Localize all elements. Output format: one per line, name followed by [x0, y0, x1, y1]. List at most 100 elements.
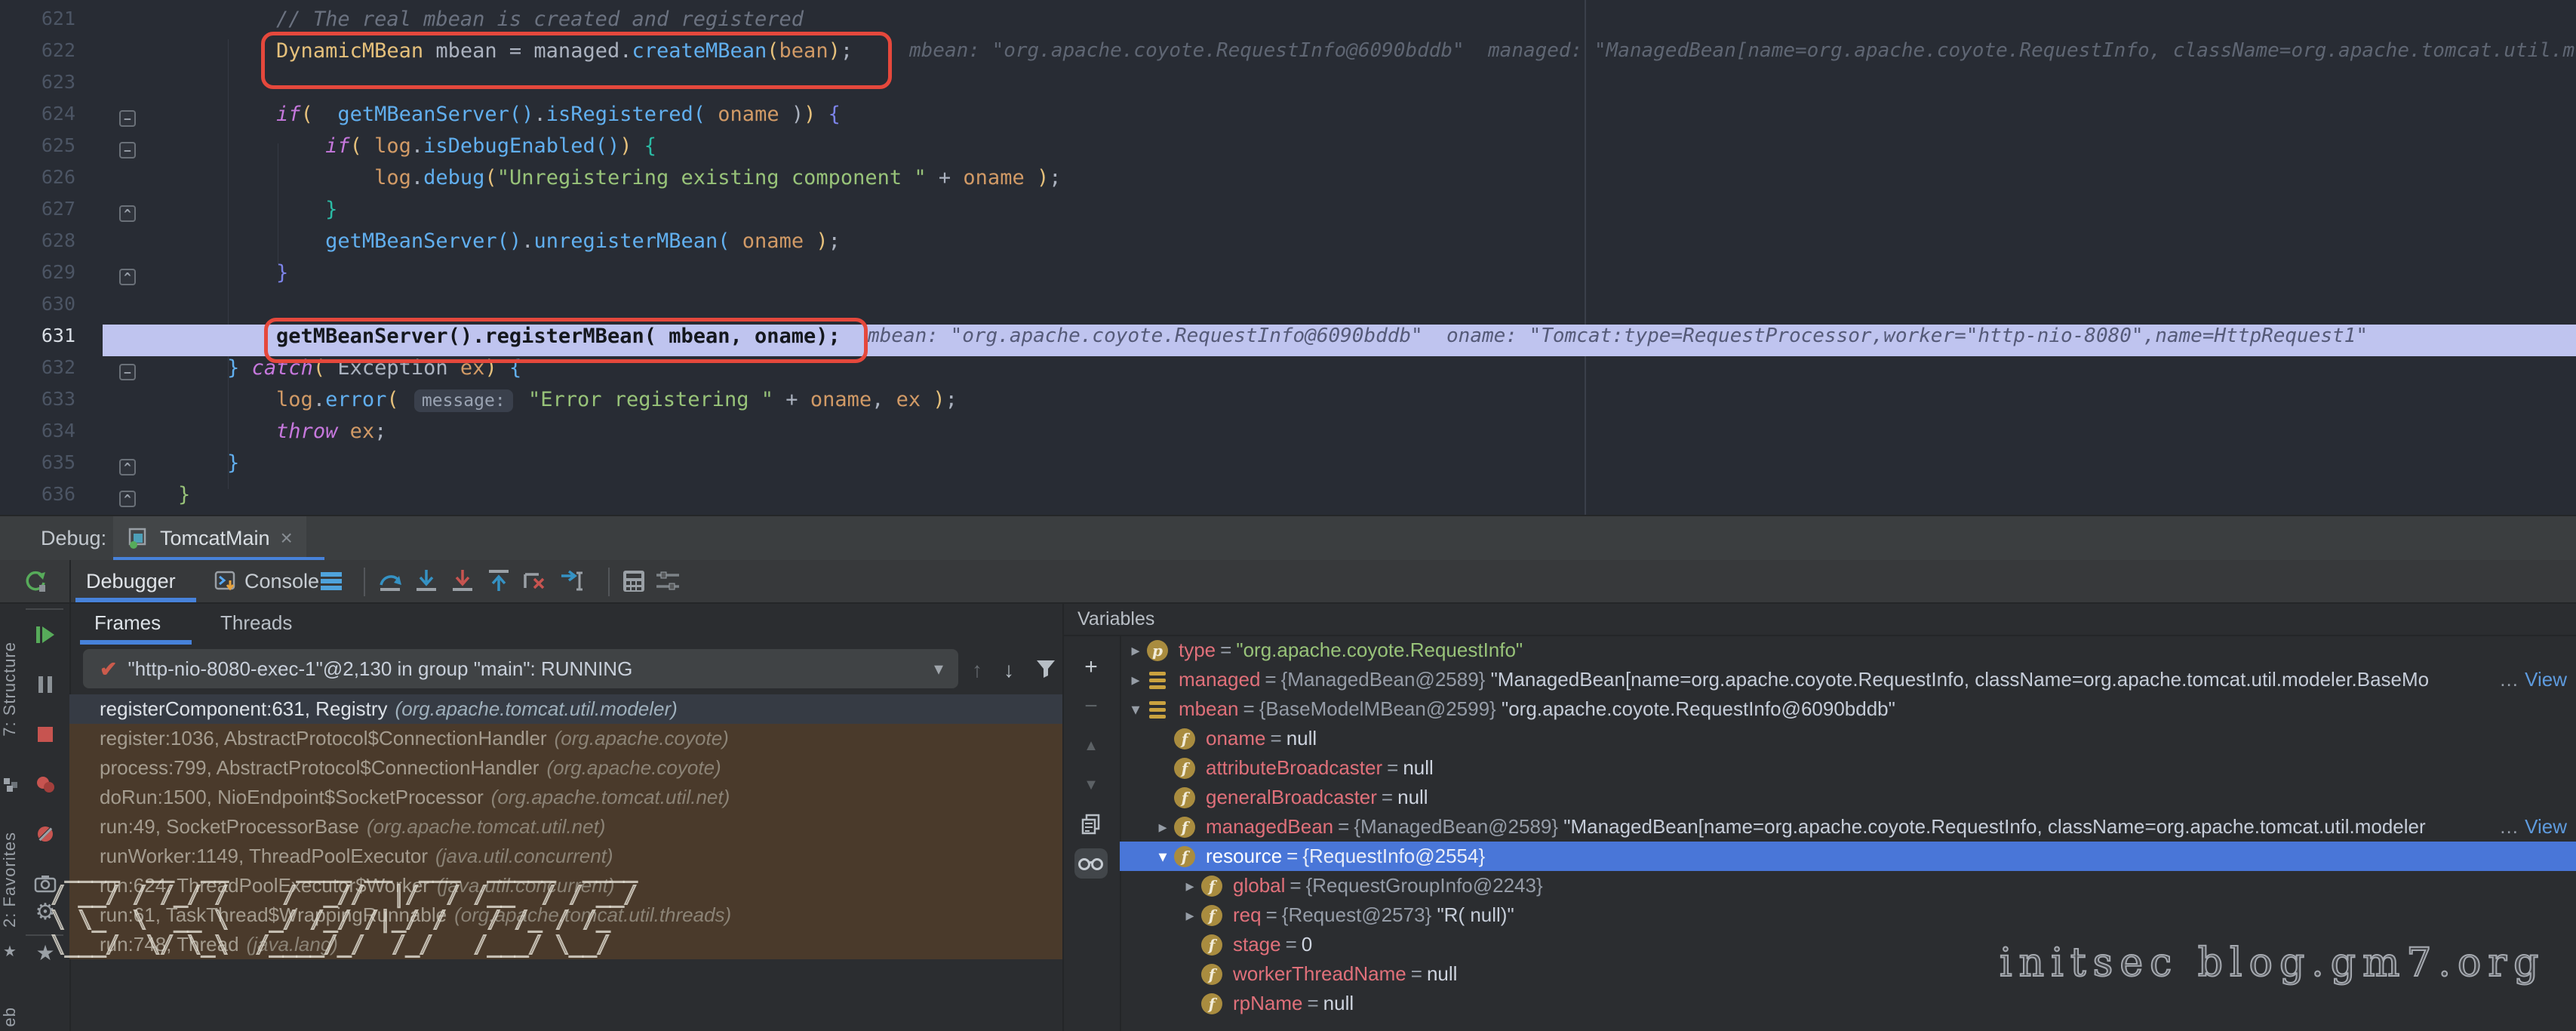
- fold-gutter[interactable]: −: [75, 103, 178, 134]
- next-frame-arrow-icon[interactable]: ↓: [1004, 658, 1014, 682]
- line-number[interactable]: 622: [0, 39, 75, 71]
- tab-frames[interactable]: Frames: [94, 611, 161, 635]
- settings-layout-icon[interactable]: [655, 560, 681, 602]
- code-line-636[interactable]: 636^}: [0, 483, 2576, 515]
- variable-row-global[interactable]: ▸fglobal={RequestGroupInfo@2243}: [1120, 871, 2576, 900]
- fold-gutter[interactable]: [75, 388, 178, 420]
- variable-row-managed[interactable]: ▸managed={ManagedBean@2589} "ManagedBean…: [1120, 665, 2576, 694]
- chevron-right-icon[interactable]: ▸: [1151, 812, 1174, 842]
- stack-frame-row[interactable]: registerComponent:631, Registry(org.apac…: [69, 694, 1062, 724]
- fold-close-icon[interactable]: ^: [119, 269, 136, 285]
- variable-row-managedBean[interactable]: ▸fmanagedBean={ManagedBean@2589} "Manage…: [1120, 812, 2576, 842]
- variable-row-type[interactable]: ▸ptype="org.apache.coyote.RequestInfo": [1120, 636, 2576, 665]
- line-number[interactable]: 629: [0, 261, 75, 293]
- toolwindow-button-web[interactable]: eb: [0, 1007, 20, 1026]
- fold-gutter[interactable]: [75, 420, 178, 451]
- fold-open-icon[interactable]: −: [119, 110, 136, 127]
- variable-row-generalBroadcaster[interactable]: fgeneralBroadcaster=null: [1120, 783, 2576, 812]
- layout-menu-icon[interactable]: [320, 560, 343, 602]
- chevron-right-icon[interactable]: ▸: [1124, 636, 1147, 665]
- variable-row-attributeBroadcaster[interactable]: fattributeBroadcaster=null: [1120, 753, 2576, 783]
- view-link[interactable]: View: [2525, 668, 2567, 691]
- fold-gutter[interactable]: [75, 325, 178, 356]
- line-number[interactable]: 628: [0, 229, 75, 261]
- line-number[interactable]: 630: [0, 293, 75, 325]
- chevron-down-icon[interactable]: ▾: [1124, 694, 1147, 724]
- session-tab-tomcatmain[interactable]: TomcatMain ×: [113, 516, 306, 560]
- remove-watch-icon[interactable]: −: [1074, 691, 1108, 722]
- code-line-633[interactable]: 633 log.error( message: "Error registeri…: [0, 388, 2576, 420]
- code-line-624[interactable]: 624− if( getMBeanServer().isRegistered( …: [0, 103, 2576, 134]
- mute-breakpoints-button[interactable]: [34, 823, 57, 845]
- step-over-button[interactable]: [377, 560, 403, 602]
- add-watch-icon[interactable]: +: [1074, 652, 1108, 682]
- evaluate-expression-button[interactable]: [622, 560, 646, 602]
- line-number[interactable]: 635: [0, 451, 75, 483]
- fold-gutter[interactable]: [75, 71, 178, 103]
- line-number[interactable]: 632: [0, 356, 75, 388]
- fold-gutter[interactable]: [75, 8, 178, 39]
- stack-frame-row[interactable]: process:799, AbstractProtocol$Connection…: [69, 753, 1062, 783]
- filter-funnel-icon[interactable]: [1035, 658, 1056, 679]
- run-to-cursor-button[interactable]: [558, 560, 587, 602]
- code-editor[interactable]: 621 // The real mbean is created and reg…: [0, 0, 2576, 515]
- resume-button[interactable]: [34, 623, 57, 646]
- fold-gutter[interactable]: ^: [75, 483, 178, 515]
- fold-gutter[interactable]: −: [75, 134, 178, 166]
- line-number[interactable]: 623: [0, 71, 75, 103]
- stack-frame-row[interactable]: doRun:1500, NioEndpoint$SocketProcessor(…: [69, 783, 1062, 812]
- step-out-button[interactable]: [486, 560, 512, 602]
- variable-row-resource[interactable]: ▾fresource={RequestInfo@2554}: [1120, 842, 2576, 871]
- fold-gutter[interactable]: ^: [75, 198, 178, 229]
- variable-row-oname[interactable]: foname=null: [1120, 724, 2576, 753]
- close-icon[interactable]: ×: [281, 526, 293, 550]
- fold-gutter[interactable]: −: [75, 356, 178, 388]
- step-into-button[interactable]: [413, 560, 439, 602]
- line-number[interactable]: 624: [0, 103, 75, 134]
- move-watch-down-icon[interactable]: ▼: [1074, 770, 1108, 800]
- code-line-626[interactable]: 626 log.debug("Unregistering existing co…: [0, 166, 2576, 198]
- tab-debugger[interactable]: Debugger: [86, 560, 176, 602]
- tab-threads[interactable]: Threads: [220, 611, 292, 635]
- show-watches-glasses-icon[interactable]: [1074, 848, 1108, 879]
- line-number[interactable]: 626: [0, 166, 75, 198]
- stack-frame-row[interactable]: run:49, SocketProcessorBase(org.apache.t…: [69, 812, 1062, 842]
- chevron-right-icon[interactable]: ▸: [1179, 871, 1201, 900]
- fold-gutter[interactable]: ^: [75, 451, 178, 483]
- line-number[interactable]: 627: [0, 198, 75, 229]
- line-number[interactable]: 621: [0, 8, 75, 39]
- thread-dropdown[interactable]: ✔ "http-nio-8080-exec-1"@2,130 in group …: [83, 649, 958, 688]
- fold-close-icon[interactable]: ^: [119, 205, 136, 222]
- fold-gutter[interactable]: [75, 39, 178, 71]
- code-line-635[interactable]: 635^ }: [0, 451, 2576, 483]
- stop-button[interactable]: [34, 723, 57, 746]
- pause-button[interactable]: [34, 673, 57, 696]
- line-number[interactable]: 636: [0, 483, 75, 515]
- fold-open-icon[interactable]: −: [119, 364, 136, 380]
- code-line-628[interactable]: 628 getMBeanServer().unregisterMBean( on…: [0, 229, 2576, 261]
- fold-close-icon[interactable]: ^: [119, 459, 136, 475]
- duplicate-watch-icon[interactable]: [1074, 809, 1108, 839]
- prev-frame-arrow-icon[interactable]: ↑: [972, 658, 982, 682]
- fold-gutter[interactable]: [75, 293, 178, 325]
- toolwindow-button-favorites[interactable]: 2: Favorites: [0, 832, 20, 928]
- move-watch-up-icon[interactable]: ▲: [1074, 731, 1108, 761]
- line-number[interactable]: 634: [0, 420, 75, 451]
- fold-open-icon[interactable]: −: [119, 142, 136, 158]
- fold-gutter[interactable]: [75, 166, 178, 198]
- code-line-629[interactable]: 629^ }: [0, 261, 2576, 293]
- variable-row-mbean[interactable]: ▾mbean={BaseModelMBean@2599} "org.apache…: [1120, 694, 2576, 724]
- fold-gutter[interactable]: [75, 229, 178, 261]
- line-number[interactable]: 631: [0, 325, 75, 356]
- code-line-627[interactable]: 627^ }: [0, 198, 2576, 229]
- code-line-634[interactable]: 634 throw ex;: [0, 420, 2576, 451]
- line-number[interactable]: 625: [0, 134, 75, 166]
- line-number[interactable]: 633: [0, 388, 75, 420]
- tab-console[interactable]: Console: [214, 560, 319, 602]
- drop-frame-button[interactable]: [522, 560, 548, 602]
- toolwindow-button-structure[interactable]: 7: Structure: [0, 642, 20, 737]
- chevron-right-icon[interactable]: ▸: [1124, 665, 1147, 694]
- fold-close-icon[interactable]: ^: [119, 491, 136, 507]
- view-breakpoints-button[interactable]: [34, 773, 57, 796]
- variable-row-rpName[interactable]: frpName=null: [1120, 989, 2576, 1018]
